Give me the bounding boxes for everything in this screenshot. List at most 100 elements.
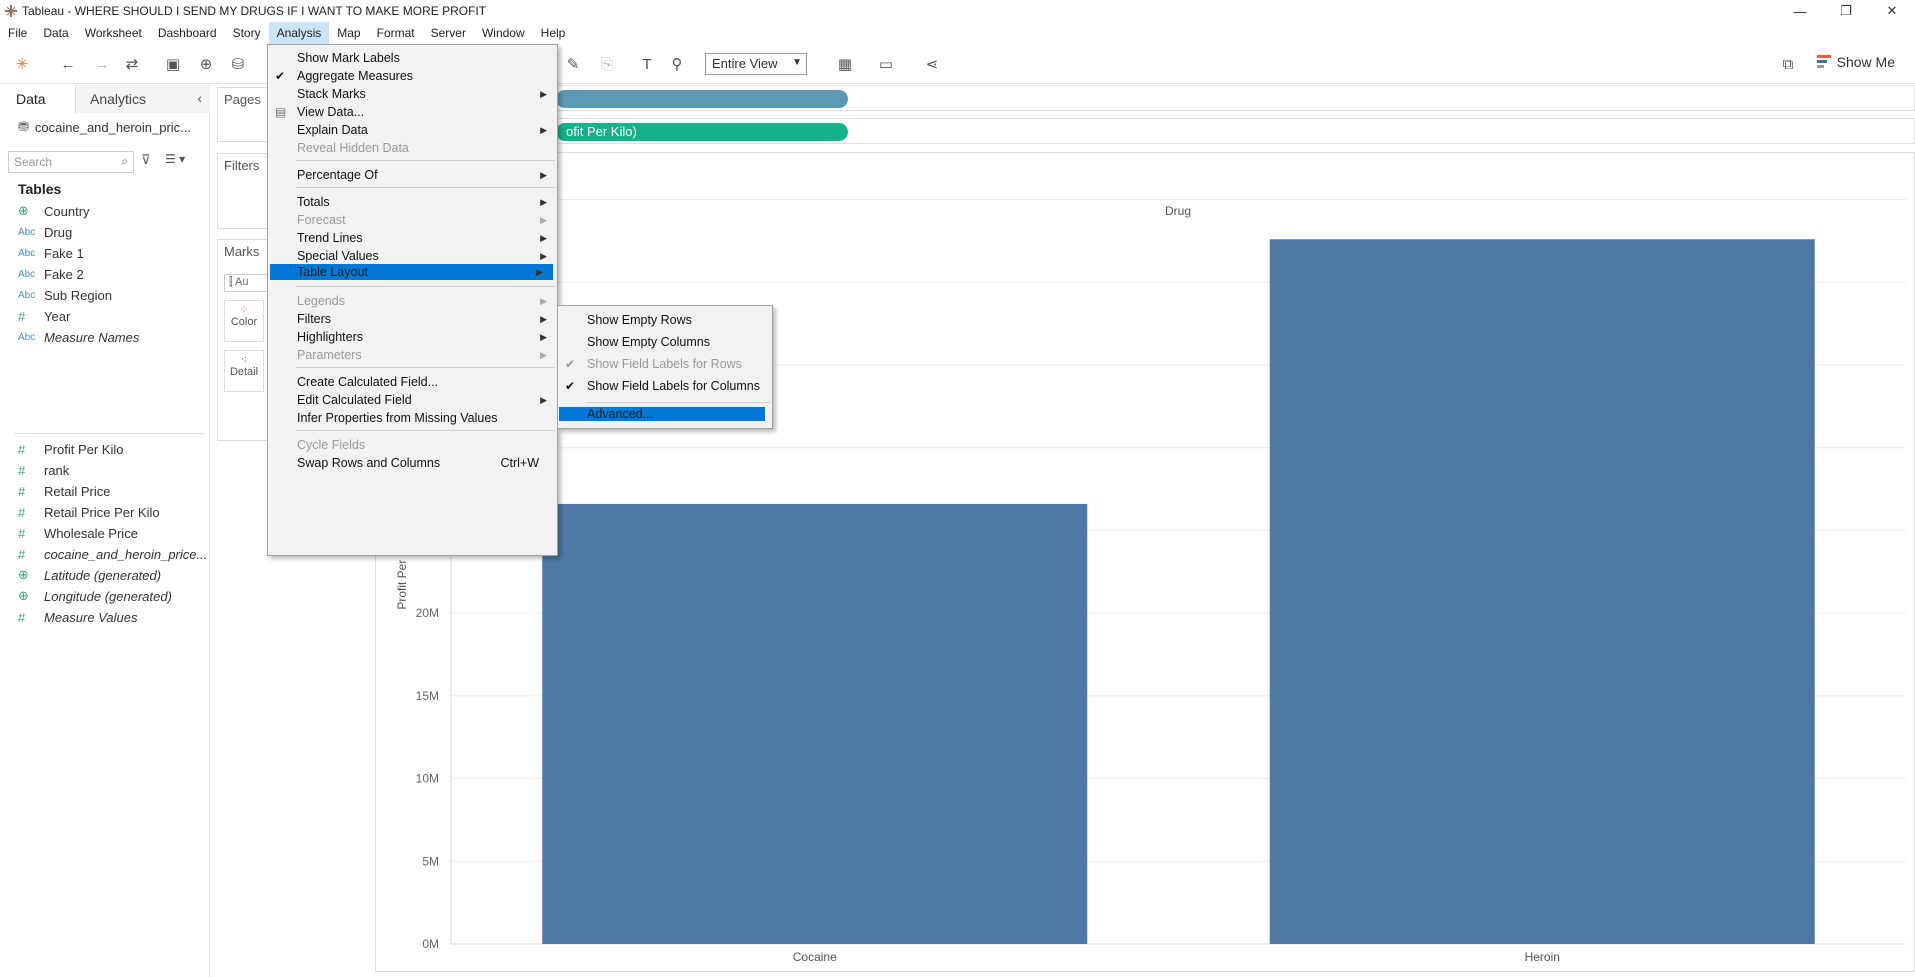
filter-icon[interactable]: ⊽	[141, 152, 151, 168]
field-item[interactable]: Abc Sub Region	[18, 285, 112, 305]
highlight-icon[interactable]: ✎	[563, 54, 583, 74]
menu-item-aggregate-measures[interactable]: ✔ Aggregate Measures	[268, 66, 557, 86]
collapse-icon[interactable]: ‹	[197, 90, 202, 106]
columns-shelf[interactable]	[375, 85, 1915, 111]
cards-icon[interactable]: ▦	[835, 54, 855, 74]
close-button[interactable]: ✕	[1869, 0, 1915, 22]
field-item[interactable]: Abc Drug	[18, 222, 72, 242]
detail-shelf[interactable]: ⁖ Detail	[224, 350, 264, 392]
menu-item-show-empty-rows[interactable]: Show Empty Rows	[558, 310, 772, 330]
tab-analytics[interactable]: Analytics	[76, 85, 210, 113]
datasource-item[interactable]: ⛃ cocaine_and_heroin_pric...	[18, 119, 191, 135]
menu-dashboard[interactable]: Dashboard	[150, 22, 225, 44]
share-icon[interactable]: ⋖	[922, 54, 942, 74]
submenu-arrow-icon: ▶	[540, 89, 547, 99]
attach-icon[interactable]: ⎘	[597, 54, 617, 74]
menu-item-special-values[interactable]: Special Values ▶	[268, 246, 557, 266]
mark-type-select[interactable]: ⫿ Au	[224, 274, 270, 292]
menu-item-table-layout[interactable]: Table Layout ▶	[270, 264, 553, 280]
menu-worksheet[interactable]: Worksheet	[77, 22, 150, 44]
field-item[interactable]: Abc Fake 1	[18, 243, 84, 263]
fit-select[interactable]: Entire View ▼	[705, 53, 807, 75]
title-bar: Tableau - WHERE SHOULD I SEND MY DRUGS I…	[0, 0, 1915, 22]
field-item[interactable]: # Year	[18, 306, 70, 326]
rows-pill[interactable]: ofit Per Kilo)	[556, 123, 848, 141]
menu-item-view-data[interactable]: ▤ View Data...	[268, 102, 557, 122]
menu-item-highlighters[interactable]: Highlighters ▶	[268, 327, 557, 347]
menu-item-create-calculated-field[interactable]: Create Calculated Field...	[268, 372, 557, 392]
rows-shelf[interactable]: ofit Per Kilo)	[375, 118, 1915, 144]
menu-data[interactable]: Data	[35, 22, 76, 44]
menu-item-cycle-fields: Cycle Fields	[268, 435, 557, 455]
menu-item-label: Explain Data	[297, 123, 368, 137]
menu-item-show-mark-labels[interactable]: Show Mark Labels	[268, 48, 557, 68]
menu-item-explain-data[interactable]: Explain Data ▶	[268, 120, 557, 140]
menu-help[interactable]: Help	[533, 22, 574, 44]
menu-story[interactable]: Story	[225, 22, 269, 44]
submenu-arrow-icon: ▶	[540, 197, 547, 207]
field-item[interactable]: # rank	[18, 460, 69, 480]
pin-icon[interactable]: ⚲	[667, 54, 687, 74]
undo-icon[interactable]: ←	[58, 54, 78, 74]
menu-item-edit-calculated-field[interactable]: Edit Calculated Field ▶	[268, 390, 557, 410]
number-field-icon: #	[18, 483, 26, 499]
analysis-menu: Show Mark Labels ✔ Aggregate Measures Stack…	[267, 44, 558, 556]
save-icon[interactable]: ▣	[163, 54, 183, 74]
tab-data[interactable]: Data	[0, 85, 76, 113]
menu-item-advanced[interactable]: Advanced...	[559, 407, 765, 421]
data-pane-tabs: Data Analytics ‹	[0, 85, 210, 113]
show-me-button[interactable]: Show Me	[1816, 54, 1895, 70]
menu-item-totals[interactable]: Totals ▶	[268, 192, 557, 212]
menu-map[interactable]: Map	[329, 22, 368, 44]
restore-button[interactable]: ❐	[1823, 0, 1869, 22]
text-label-icon[interactable]: T	[637, 54, 657, 74]
field-item[interactable]: # Wholesale Price	[18, 523, 138, 543]
check-icon: ✔	[565, 357, 576, 371]
menu-item-label: Table Layout	[297, 265, 368, 279]
menu-server[interactable]: Server	[423, 22, 474, 44]
field-item[interactable]: Abc Fake 2	[18, 264, 84, 284]
field-item[interactable]: ⊕ Longitude (generated)	[18, 586, 172, 606]
device-preview-icon[interactable]: ⧉	[1778, 54, 1798, 74]
menu-item-percentage-of[interactable]: Percentage Of ▶	[268, 165, 557, 185]
menu-item-show-field-labels-for-columns[interactable]: ✔ Show Field Labels for Columns	[558, 376, 772, 396]
menu-format[interactable]: Format	[369, 22, 423, 44]
color-shelf[interactable]: ⁘ Color	[224, 300, 264, 342]
menu-item-label: Special Values	[297, 249, 379, 263]
view-options-icon[interactable]: ☰ ▾	[165, 152, 185, 166]
field-item[interactable]: # Profit Per Kilo	[18, 439, 123, 459]
field-item[interactable]: ⊕ Latitude (generated)	[18, 565, 161, 585]
field-item[interactable]: Abc Measure Names	[18, 327, 139, 347]
geo-field-icon: ⊕	[18, 567, 29, 582]
menu-window[interactable]: Window	[474, 22, 533, 44]
menu-item-trend-lines[interactable]: Trend Lines ▶	[268, 228, 557, 248]
menu-analysis[interactable]: Analysis	[268, 22, 330, 44]
menu-item-filters[interactable]: Filters ▶	[268, 309, 557, 329]
menu-item-stack-marks[interactable]: Stack Marks ▶	[268, 84, 557, 104]
presentation-icon[interactable]: ▭	[876, 54, 896, 74]
field-item[interactable]: # cocaine_and_heroin_price...	[18, 544, 207, 564]
field-name: rank	[44, 462, 70, 478]
menu-item-swap-rows-and-columns[interactable]: Swap Rows and Columns Ctrl+W	[268, 453, 557, 473]
new-datasource-icon[interactable]: ⊕	[196, 54, 216, 74]
menu-item-infer-properties-from-missing-values[interactable]: Infer Properties from Missing Values	[268, 408, 557, 428]
minimize-button[interactable]: —	[1777, 0, 1823, 22]
fit-select-value: Entire View	[712, 56, 778, 71]
menu-item-label: Filters	[297, 312, 332, 326]
field-item[interactable]: # Retail Price Per Kilo	[18, 502, 160, 522]
search-input[interactable]: Search ⌕	[8, 151, 134, 173]
detail-label: Detail	[229, 366, 259, 378]
columns-pill[interactable]	[556, 90, 848, 108]
menu-item-label: Totals	[297, 195, 330, 209]
field-name: Sub Region	[44, 287, 112, 303]
menu-file[interactable]: File	[0, 22, 35, 44]
pause-updates-icon[interactable]: ⛁	[228, 54, 248, 74]
field-item[interactable]: ⊕ Country	[18, 201, 90, 221]
field-item[interactable]: # Measure Values	[18, 607, 137, 627]
tableau-home-icon[interactable]: ✳	[12, 54, 32, 74]
redo-icon[interactable]: →	[92, 54, 112, 74]
menu-item-show-empty-columns[interactable]: Show Empty Columns	[558, 332, 772, 352]
field-item[interactable]: # Retail Price	[18, 481, 110, 501]
check-icon: ✔	[275, 69, 286, 83]
replay-icon[interactable]: ⇄	[122, 54, 142, 74]
